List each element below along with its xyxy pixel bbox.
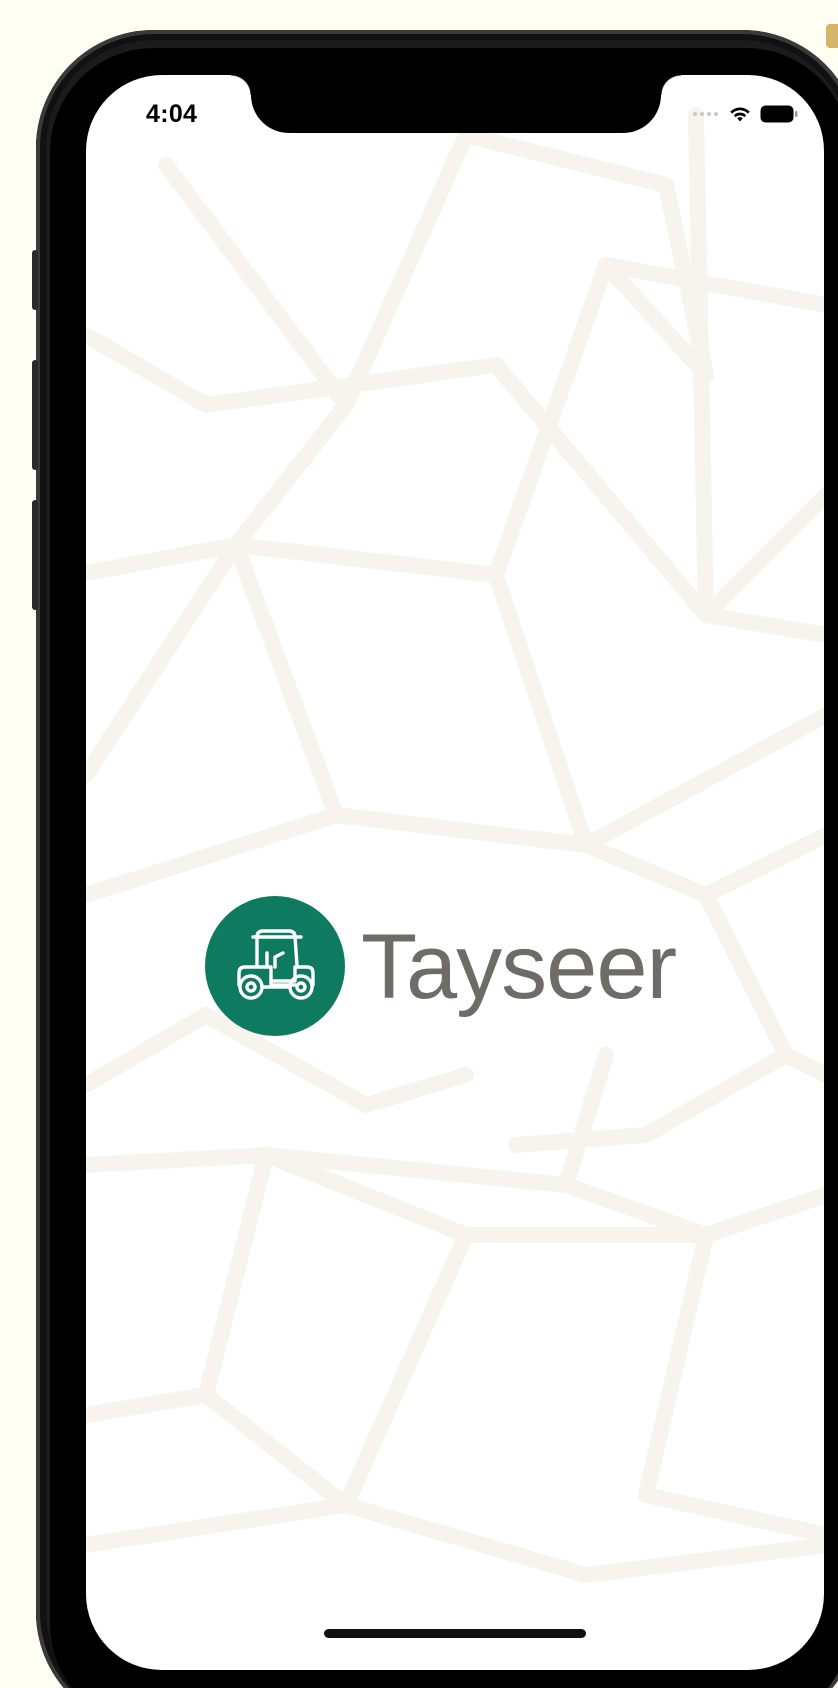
status-icons bbox=[693, 103, 798, 125]
golf-cart-icon bbox=[205, 896, 345, 1036]
battery-icon bbox=[760, 105, 798, 123]
desktop-background bbox=[0, 0, 36, 1688]
signal-dots-icon bbox=[693, 112, 718, 116]
app-logo: Tayseer bbox=[205, 896, 677, 1036]
status-time: 4:04 bbox=[146, 100, 198, 128]
splash-screen: 4:04 Tayseer bbox=[86, 75, 824, 1670]
mute-switch bbox=[32, 250, 38, 310]
wifi-icon bbox=[730, 107, 750, 122]
home-indicator[interactable] bbox=[324, 1629, 586, 1638]
volume-up-button bbox=[32, 360, 38, 470]
window-corner-accent bbox=[826, 24, 838, 48]
volume-down-button bbox=[32, 500, 38, 610]
app-wordmark: Tayseer bbox=[361, 916, 677, 1018]
background-pattern bbox=[86, 107, 824, 1583]
simulator-window: 4:04 Tayseer bbox=[0, 0, 838, 1688]
notch bbox=[231, 75, 681, 133]
